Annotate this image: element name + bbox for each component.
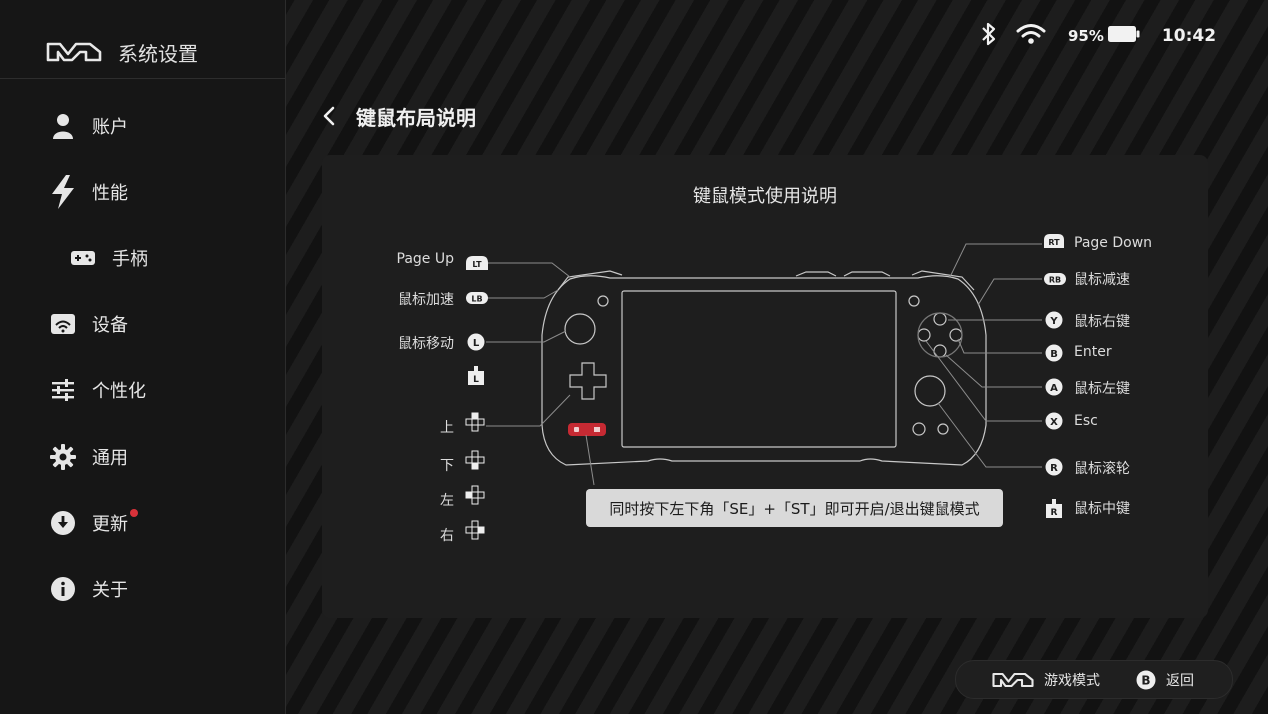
- sidebar-item-account[interactable]: 账户: [48, 109, 128, 143]
- sidebar-item-label: 设备: [92, 315, 128, 336]
- sidebar-item-device[interactable]: 设备: [48, 307, 128, 341]
- game-mode-label: 游戏模式: [1044, 672, 1100, 689]
- badge-rb: RB: [1049, 276, 1061, 285]
- label-scroll-wheel: 鼠标滚轮: [1074, 461, 1130, 477]
- update-badge-dot: [130, 509, 138, 517]
- page-header: 键鼠布局说明: [322, 100, 476, 132]
- lightning-icon: [48, 175, 78, 209]
- download-icon: [48, 508, 78, 538]
- badge-l3: L: [473, 375, 479, 385]
- label-enter: Enter: [1074, 344, 1112, 360]
- sidebar-item-label: 性能: [92, 183, 128, 204]
- label-esc: Esc: [1074, 413, 1098, 429]
- label-page-down: Page Down: [1074, 235, 1153, 251]
- badge-x: X: [1050, 417, 1058, 428]
- sidebar-item-performance[interactable]: 性能: [48, 175, 128, 209]
- battery-percent: 95%: [1068, 27, 1104, 45]
- sidebar-item-label: 通用: [92, 448, 128, 469]
- badge-b: B: [1050, 349, 1058, 360]
- label-mouse-move: 鼠标移动: [398, 336, 454, 352]
- brand-logo-icon: [46, 42, 102, 62]
- back-badge: B: [1141, 673, 1150, 687]
- game-mode-button[interactable]: 游戏模式: [992, 670, 1100, 690]
- badge-a: A: [1050, 383, 1058, 394]
- back-action-button[interactable]: B 返回: [1136, 670, 1194, 690]
- clock: 10:42: [1161, 26, 1217, 46]
- badge-y: Y: [1049, 316, 1058, 327]
- bottom-action-bar: 游戏模式 B 返回: [955, 660, 1233, 699]
- badge-l: L: [473, 338, 480, 349]
- app-title: 系统设置: [118, 41, 198, 66]
- sidebar-divider: [0, 78, 285, 79]
- badge-r3: R: [1051, 508, 1058, 518]
- sidebar-item-about[interactable]: 关于: [48, 572, 128, 606]
- label-mouse-decel: 鼠标减速: [1074, 272, 1130, 288]
- sidebar-item-general[interactable]: 通用: [48, 440, 128, 474]
- label-right: 右: [440, 528, 454, 544]
- label-mouse-accel: 鼠标加速: [398, 292, 454, 308]
- badge-r: R: [1050, 463, 1058, 474]
- battery-icon: [1107, 25, 1140, 47]
- sidebar-item-label: 更新: [92, 514, 128, 535]
- label-left: 左: [440, 493, 454, 509]
- sidebar-item-update[interactable]: 更新: [48, 506, 128, 540]
- sidebar: 系统设置 账户 性能 手柄 设备 个性化 通用 更新 关于: [0, 0, 286, 714]
- badge-lt: LT: [472, 260, 482, 269]
- b-button-icon: B: [1136, 670, 1156, 689]
- bluetooth-icon: [980, 22, 998, 50]
- back-label: 返回: [1166, 672, 1194, 689]
- layout-panel: 键鼠模式使用说明 Page Up 鼠标加速 鼠标移动 上 下 左 右 LT LB…: [322, 155, 1208, 618]
- label-page-up: Page Up: [396, 251, 454, 267]
- person-icon: [48, 111, 78, 141]
- sliders-icon: [48, 375, 78, 405]
- sidebar-item-label: 手柄: [112, 249, 148, 270]
- gear-icon: [48, 442, 78, 472]
- info-icon: [48, 574, 78, 604]
- brand-logo-icon: [992, 672, 1034, 687]
- badge-lb: LB: [471, 295, 482, 304]
- label-down: 下: [440, 458, 454, 474]
- label-left-click: 鼠标左键: [1074, 381, 1130, 397]
- sidebar-item-controller[interactable]: 手柄: [68, 241, 148, 275]
- sidebar-item-label: 账户: [92, 117, 128, 138]
- sidebar-item-label: 关于: [92, 580, 128, 601]
- label-right-click: 鼠标右键: [1074, 314, 1130, 330]
- label-middle-click: 鼠标中键: [1074, 501, 1130, 517]
- left-badges: LT LB L L: [465, 256, 488, 540]
- chevron-left-icon: [323, 106, 335, 126]
- device-icon: [48, 309, 78, 339]
- sidebar-header: 系统设置: [46, 36, 198, 68]
- sidebar-item-personalize[interactable]: 个性化: [48, 373, 146, 407]
- gamepad-icon: [68, 243, 98, 273]
- wifi-icon: [1016, 23, 1046, 49]
- back-button[interactable]: [322, 100, 344, 132]
- page-title: 键鼠布局说明: [356, 105, 476, 130]
- mode-toggle-tip: 同时按下左下角「SE」+「ST」即可开启/退出键鼠模式: [586, 489, 1003, 527]
- right-badges: RT RB Y B A X R R: [1044, 234, 1066, 518]
- label-up: 上: [440, 420, 454, 436]
- status-bar: 95% 10:42: [980, 22, 1216, 50]
- badge-rt: RT: [1048, 238, 1060, 247]
- sidebar-item-label: 个性化: [92, 381, 146, 402]
